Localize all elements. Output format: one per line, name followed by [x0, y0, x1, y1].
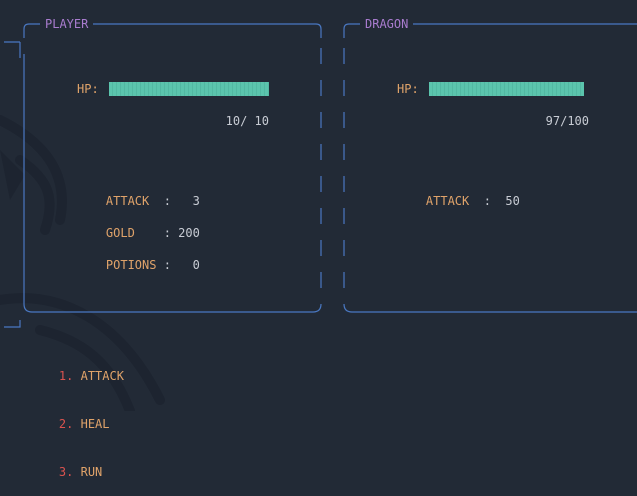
player-hp-text: 10/ 10	[225, 114, 269, 128]
player-stat-label: GOLD	[105, 226, 135, 240]
player-panel-title: PLAYER	[40, 16, 94, 32]
player-stat-potions: POTIONS : 0	[77, 241, 200, 289]
player-hp-bar	[109, 82, 269, 96]
enemy-stat-attack: ATTACK : 50	[397, 177, 520, 225]
player-panel: PLAYER HP: 10/ 10 ATTACK : 3 GOLD : 200 …	[23, 16, 322, 313]
enemy-hp-label: HP:	[397, 82, 419, 96]
menu-item-heal[interactable]: 2. HEAL	[30, 400, 124, 448]
enemy-stat-value: 50	[505, 194, 520, 208]
enemy-panel: DRAGON HP: 97/100 ATTACK : 50	[343, 16, 637, 313]
player-stat-value: 3	[192, 194, 200, 208]
menu-item-number: 2.	[58, 417, 74, 431]
menu-item-run[interactable]: 3. RUN	[30, 448, 124, 496]
menu-item-label: HEAL	[80, 417, 110, 431]
menu-item-number: 1.	[58, 369, 74, 383]
player-stat-value: 0	[192, 258, 200, 272]
player-hp-label: HP:	[77, 82, 99, 96]
menu-item-label: RUN	[80, 465, 103, 479]
action-menu: 1. ATTACK 2. HEAL 3. RUN	[30, 352, 124, 496]
enemy-hp-bar	[429, 82, 584, 96]
player-stat-separator: :	[134, 226, 179, 240]
player-stat-label: POTIONS	[105, 258, 157, 272]
enemy-stat-separator: :	[469, 194, 506, 208]
menu-item-label: ATTACK	[80, 369, 124, 383]
enemy-hp-text: 97/100	[545, 114, 589, 128]
player-stat-value: 200	[178, 226, 200, 240]
enemy-stat-label: ATTACK	[425, 194, 470, 208]
enemy-panel-border	[343, 23, 637, 313]
player-stat-separator: :	[149, 194, 193, 208]
player-stat-separator: :	[156, 258, 193, 272]
player-stat-label: ATTACK	[105, 194, 150, 208]
menu-item-number: 3.	[58, 465, 74, 479]
menu-item-attack[interactable]: 1. ATTACK	[30, 352, 124, 400]
enemy-panel-title: DRAGON	[360, 16, 414, 32]
